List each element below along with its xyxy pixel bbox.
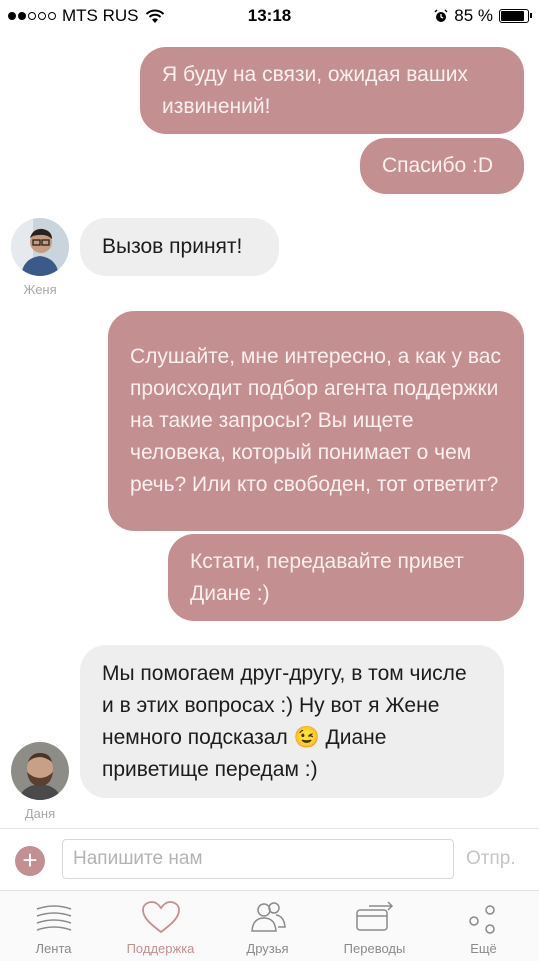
battery-percent: 85 % [454,6,493,25]
message-outgoing: Я буду на связи, ожидая ваших извинений! [140,47,524,134]
message-outgoing: Слушайте, мне интересно, а как у вас про… [108,311,524,531]
battery-icon [499,9,532,23]
more-icon [468,905,495,934]
tab-label: Друзья [246,941,289,956]
tab-support[interactable]: Поддержка [107,891,214,961]
message-composer: + Напишите нам Отпр. [0,828,539,891]
tab-label: Поддержка [126,941,195,956]
message-text: Слушайте, мне интересно, а как у вас про… [130,345,501,496]
message-input-placeholder: Напишите нам [73,848,203,869]
battery-info: 85 % [434,6,532,26]
attach-button[interactable]: + [15,846,45,876]
author-name: Даня [24,806,56,821]
transfer-icon [355,901,393,931]
message-text: Мы помогаем друг-другу, в том числе и в … [102,661,467,781]
message-incoming: Мы помогаем друг-другу, в том числе и в … [80,645,504,798]
avatar[interactable] [11,742,69,800]
alarm-icon [434,9,448,22]
friends-icon [250,902,286,932]
tab-label: Переводы [343,941,406,956]
tab-transfers[interactable]: Переводы [321,891,428,961]
tab-feed[interactable]: Лента [0,891,107,961]
message-input[interactable]: Напишите нам [62,839,454,879]
feed-icon [36,905,71,931]
tab-more[interactable]: Ещё [428,891,539,961]
author-name: Женя [23,282,57,297]
heart-icon [141,901,180,934]
avatar[interactable] [11,218,69,276]
send-button[interactable]: Отпр. [466,848,516,870]
status-bar: MTS RUS 13:18 85 % [0,0,539,32]
avatar-image [11,742,69,800]
tab-label: Ещё [470,941,497,956]
message-incoming: Вызов принят! [80,218,279,276]
message-text: Кстати, передавайте привет Диане :) [190,549,464,605]
tab-friends[interactable]: Друзья [214,891,321,961]
tab-label: Лента [35,941,72,956]
message-outgoing: Спасибо :D [360,138,524,194]
message-text: Я буду на связи, ожидая ваших извинений! [162,62,468,118]
message-text: Спасибо :D [382,154,493,177]
tab-bar: Лента Поддержка Друзья Переводы Ещё [0,890,539,961]
message-text: Вызов принят! [102,235,243,258]
plus-icon: + [22,845,38,875]
chat-thread[interactable]: Я буду на связи, ожидая ваших извинений!… [0,32,539,828]
message-outgoing: Кстати, передавайте привет Диане :) [168,534,524,621]
avatar-image [11,218,69,276]
